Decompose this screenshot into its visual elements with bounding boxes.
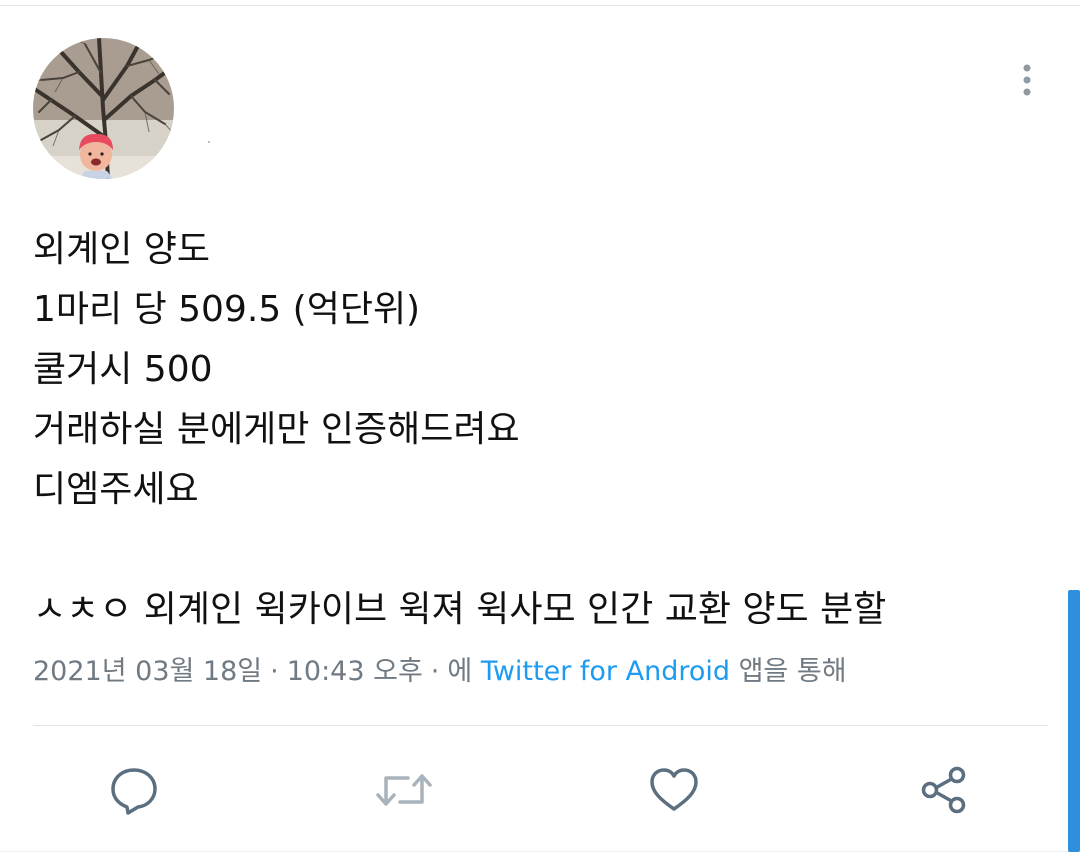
bottom-divider bbox=[0, 851, 1080, 852]
separator-dot bbox=[208, 141, 210, 143]
tweet-line: 쿨거시 500 bbox=[33, 349, 213, 390]
top-divider bbox=[0, 5, 1080, 6]
meta-separator: · bbox=[270, 656, 279, 687]
tweet-line: 거래하실 분에게만 인증해드려요 bbox=[33, 409, 520, 450]
more-vertical-icon bbox=[1023, 64, 1031, 96]
source-prefix: 에 bbox=[447, 656, 473, 687]
like-button[interactable] bbox=[639, 755, 709, 825]
share-button[interactable] bbox=[909, 755, 979, 825]
profile-avatar[interactable] bbox=[33, 38, 174, 179]
tweet-line: ㅅㅊㅇ 외계인 윅카이브 윅져 윅사모 인간 교환 양도 분할 bbox=[33, 589, 887, 630]
meta-separator: · bbox=[430, 656, 440, 687]
tweet-line: 1마리 당 509.5 (억단위) bbox=[33, 289, 421, 330]
source-suffix: 앱을 통해 bbox=[738, 656, 847, 687]
share-icon bbox=[921, 766, 966, 814]
reply-button[interactable] bbox=[99, 755, 169, 825]
tweet-time: 10:43 오후 bbox=[286, 656, 423, 687]
meta-divider bbox=[33, 725, 1048, 726]
scrollbar[interactable] bbox=[1068, 590, 1080, 852]
like-icon bbox=[650, 768, 698, 811]
avatar-image bbox=[33, 38, 174, 179]
tweet-meta: 2021년 03월 18일 · 10:43 오후 · 에 Twitter for And… bbox=[33, 652, 847, 692]
retweet-button[interactable] bbox=[369, 755, 439, 825]
tweet-line: 외계인 양도 bbox=[33, 229, 211, 270]
source-link[interactable]: Twitter for Android bbox=[481, 656, 730, 687]
tweet-date: 2021년 03월 18일 bbox=[33, 656, 263, 687]
tweet-line: 디엠주세요 bbox=[33, 469, 199, 510]
reply-icon bbox=[111, 768, 157, 815]
action-bar bbox=[0, 755, 1080, 825]
tweet-text: 외계인 양도 1마리 당 509.5 (억단위) 쿨거시 500 거래하실 분에… bbox=[33, 220, 1043, 640]
more-options-button[interactable] bbox=[1012, 60, 1042, 100]
retweet-icon bbox=[376, 774, 432, 806]
